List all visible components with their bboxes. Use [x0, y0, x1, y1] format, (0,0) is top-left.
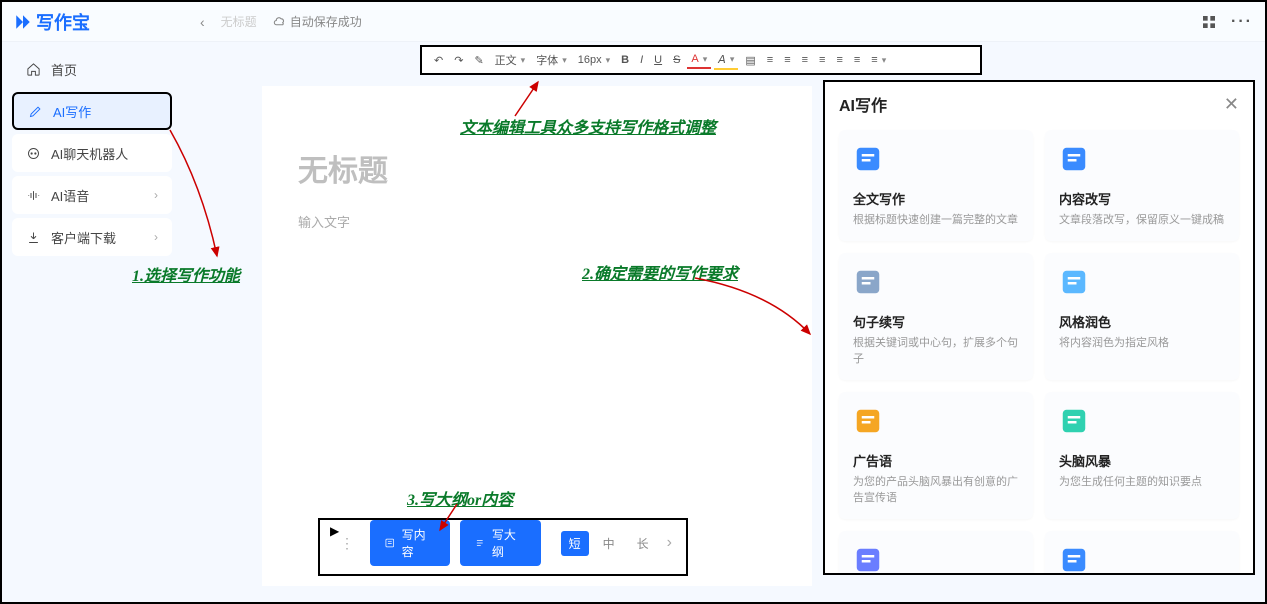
- write-outline-button[interactable]: 写大纲: [460, 520, 540, 566]
- card-title: 风格润色: [1059, 312, 1225, 331]
- app-name: 写作宝: [36, 9, 90, 35]
- card-icon: [853, 406, 883, 436]
- indent-increase-button[interactable]: ≡: [832, 52, 846, 68]
- align-center-button[interactable]: ≡: [763, 52, 777, 68]
- format-paint-button[interactable]: ✎: [470, 52, 487, 69]
- annotation: 1.选择写作功能: [132, 262, 240, 286]
- sidebar-item-chatbot[interactable]: AI聊天机器人: [12, 134, 172, 172]
- card-title: 头脑风暴: [1059, 451, 1225, 470]
- undo-button[interactable]: ↶: [430, 52, 447, 69]
- align-left-button[interactable]: ▤: [741, 52, 759, 69]
- sound-wave-icon: [26, 188, 41, 203]
- list-number-button[interactable]: ≡: [867, 52, 890, 68]
- sidebar-item-home[interactable]: 首页: [12, 50, 172, 88]
- length-mid[interactable]: 中: [595, 531, 623, 556]
- card-icon: [1059, 406, 1089, 436]
- panel-title: AI写作: [839, 92, 887, 116]
- submit-button[interactable]: ›: [667, 534, 672, 552]
- sidebar-label: AI写作: [53, 102, 91, 121]
- font-size-select[interactable]: 16px: [574, 52, 614, 68]
- card-desc: 为您的产品头脑风暴出有创意的广告宣传语: [853, 474, 1019, 507]
- template-card[interactable]: 全文写作 根据标题快速创建一篇完整的文章: [839, 130, 1033, 241]
- card-icon: [1059, 545, 1089, 575]
- card-title: 全文写作: [853, 189, 1019, 208]
- cloud-icon: [273, 15, 286, 28]
- sidebar-label: AI聊天机器人: [51, 144, 128, 163]
- more-options-button[interactable]: ⋮: [334, 535, 360, 552]
- template-card[interactable]: 句子续写 根据关键词或中心句，扩展多个句子: [839, 253, 1033, 380]
- text-color-button[interactable]: A: [687, 51, 711, 69]
- template-card[interactable]: 内容改写 文章段落改写，保留原义一键成稿: [1045, 130, 1239, 241]
- italic-button[interactable]: I: [636, 52, 647, 68]
- length-long[interactable]: 长: [629, 531, 657, 556]
- template-grid: 全文写作 根据标题快速创建一篇完整的文章 内容改写 文章段落改写，保留原义一键成…: [839, 130, 1239, 575]
- card-icon: [853, 267, 883, 297]
- card-title: 句子续写: [853, 312, 1019, 331]
- align-justify-button[interactable]: ≡: [798, 52, 812, 68]
- template-card[interactable]: [839, 531, 1033, 576]
- sidebar-label: AI语音: [51, 186, 89, 205]
- redo-button[interactable]: ↷: [450, 52, 467, 69]
- template-card[interactable]: 风格润色 将内容润色为指定风格: [1045, 253, 1239, 380]
- sidebar-item-download[interactable]: 客户端下载 ›: [12, 218, 172, 256]
- editor-toolbar: ↶ ↷ ✎ 正文 字体 16px B I U S A 𝘈 ▤ ≡ ≡ ≡ ≡ ≡…: [420, 45, 982, 75]
- card-icon: [1059, 144, 1089, 174]
- grid-view-icon[interactable]: [1201, 14, 1217, 30]
- sidebar-label: 客户端下载: [51, 228, 116, 247]
- doc-title-crumb: 无标题: [221, 13, 257, 30]
- write-content-button[interactable]: 写内容: [370, 520, 450, 566]
- template-card[interactable]: 头脑风暴 为您生成任何主题的知识要点: [1045, 392, 1239, 519]
- list-bullet-button[interactable]: ≡: [850, 52, 864, 68]
- top-bar: 写作宝 ‹ 无标题 自动保存成功 ···: [2, 2, 1265, 42]
- bold-button[interactable]: B: [617, 52, 633, 68]
- sidebar: 首页 AI写作 AI聊天机器人 AI语音 › 客户端下载 ›: [12, 50, 172, 260]
- ai-write-panel: AI写作 ✕ 全文写作 根据标题快速创建一篇完整的文章 内容改写 文章段落改写，…: [823, 80, 1255, 575]
- underline-button[interactable]: U: [650, 52, 666, 68]
- card-icon: [1059, 267, 1089, 297]
- pencil-icon: [28, 104, 43, 119]
- card-icon: [853, 545, 883, 575]
- strike-button[interactable]: S: [669, 52, 684, 68]
- chevron-right-icon: ›: [154, 230, 158, 244]
- length-short[interactable]: 短: [561, 531, 589, 556]
- editor-canvas[interactable]: 无标题 输入文字: [262, 86, 812, 586]
- chat-icon: [26, 146, 41, 161]
- length-toggle: 短 中 长: [561, 531, 657, 556]
- paragraph-style-select[interactable]: 正文: [491, 50, 530, 70]
- top-nav: ‹ 无标题 自动保存成功: [200, 13, 362, 30]
- card-desc: 将内容润色为指定风格: [1059, 335, 1225, 352]
- panel-header: AI写作 ✕: [839, 92, 1239, 116]
- card-desc: 根据关键词或中心句，扩展多个句子: [853, 335, 1019, 368]
- app-logo: 写作宝: [14, 9, 90, 35]
- logo-icon: [14, 13, 32, 31]
- doc-body-placeholder[interactable]: 输入文字: [298, 212, 776, 231]
- template-card[interactable]: [1045, 531, 1239, 576]
- chevron-right-icon: ›: [154, 188, 158, 202]
- ai-action-bar: ▶ ⋮ 写内容 写大纲 短 中 长 ›: [318, 518, 688, 576]
- close-icon[interactable]: ✕: [1224, 94, 1239, 115]
- card-title: 内容改写: [1059, 189, 1225, 208]
- autosave-status: 自动保存成功: [273, 13, 362, 30]
- sidebar-item-ai-write[interactable]: AI写作: [12, 92, 172, 130]
- sidebar-item-voice[interactable]: AI语音 ›: [12, 176, 172, 214]
- highlight-color-button[interactable]: 𝘈: [714, 51, 738, 70]
- more-icon[interactable]: ···: [1231, 13, 1253, 31]
- card-icon: [853, 144, 883, 174]
- card-desc: 根据标题快速创建一篇完整的文章: [853, 212, 1019, 229]
- card-title: 广告语: [853, 451, 1019, 470]
- indent-decrease-button[interactable]: ≡: [815, 52, 829, 68]
- card-desc: 文章段落改写，保留原义一键成稿: [1059, 212, 1225, 229]
- font-family-select[interactable]: 字体: [532, 50, 571, 70]
- download-icon: [26, 230, 41, 245]
- align-right-button[interactable]: ≡: [780, 52, 794, 68]
- home-icon: [26, 62, 41, 77]
- top-right: ···: [1201, 13, 1253, 31]
- back-button[interactable]: ‹: [200, 14, 205, 30]
- card-desc: 为您生成任何主题的知识要点: [1059, 474, 1225, 491]
- template-card[interactable]: 广告语 为您的产品头脑风暴出有创意的广告宣传语: [839, 392, 1033, 519]
- doc-title-input[interactable]: 无标题: [298, 146, 776, 190]
- sidebar-label: 首页: [51, 60, 77, 79]
